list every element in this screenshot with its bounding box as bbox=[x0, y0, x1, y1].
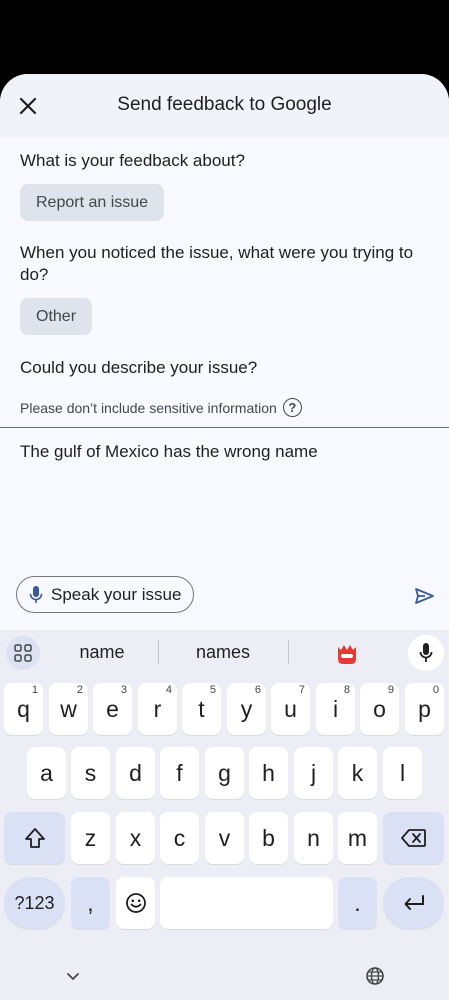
key-r[interactable]: r4 bbox=[138, 683, 177, 735]
suggestion-1[interactable]: name bbox=[62, 642, 142, 663]
language-button[interactable] bbox=[365, 966, 385, 991]
emoji-key[interactable] bbox=[116, 877, 155, 929]
keyboard: name names q1 w2 e3 r4 t5 y6 u7 i8 o9 p0… bbox=[0, 630, 449, 1000]
key-c[interactable]: c bbox=[160, 812, 199, 864]
suggestion-bar: name names bbox=[0, 630, 449, 676]
speak-label: Speak your issue bbox=[51, 584, 182, 604]
enter-key[interactable] bbox=[383, 877, 444, 929]
question-trying-to-do: When you noticed the issue, what were yo… bbox=[20, 243, 414, 284]
key-t[interactable]: t5 bbox=[182, 683, 221, 735]
shift-key[interactable] bbox=[4, 812, 65, 864]
key-v[interactable]: v bbox=[205, 812, 244, 864]
key-i[interactable]: i8 bbox=[316, 683, 355, 735]
period-key[interactable]: . bbox=[338, 877, 377, 929]
page-title: Send feedback to Google bbox=[117, 94, 332, 115]
emoji-suggestion[interactable] bbox=[336, 643, 358, 670]
comma-key[interactable]: , bbox=[71, 877, 110, 929]
divider bbox=[0, 427, 449, 428]
divider bbox=[158, 640, 159, 664]
enter-icon bbox=[404, 895, 424, 910]
key-h[interactable]: h bbox=[249, 747, 288, 799]
shift-icon bbox=[24, 828, 45, 848]
nav-bar bbox=[0, 960, 449, 1000]
mic-icon bbox=[29, 585, 43, 603]
key-g[interactable]: g bbox=[205, 747, 244, 799]
question-describe-issue: Could you describe your issue? bbox=[20, 358, 258, 377]
backspace-icon bbox=[400, 829, 426, 847]
key-j[interactable]: j bbox=[294, 747, 333, 799]
key-s[interactable]: s bbox=[71, 747, 110, 799]
suggestion-2[interactable]: names bbox=[178, 642, 268, 663]
divider bbox=[288, 640, 289, 664]
key-z[interactable]: z bbox=[71, 812, 110, 864]
backspace-key[interactable] bbox=[383, 812, 444, 864]
chevron-down-icon bbox=[67, 973, 79, 981]
key-u[interactable]: u7 bbox=[271, 683, 310, 735]
key-p[interactable]: p0 bbox=[405, 683, 444, 735]
key-w[interactable]: w2 bbox=[49, 683, 88, 735]
key-l[interactable]: l bbox=[383, 747, 422, 799]
keyboard-apps-button[interactable] bbox=[6, 636, 40, 670]
key-x[interactable]: x bbox=[116, 812, 155, 864]
send-button[interactable] bbox=[410, 582, 438, 610]
speak-issue-button[interactable]: Speak your issue bbox=[16, 576, 194, 613]
key-a[interactable]: a bbox=[27, 747, 66, 799]
key-y[interactable]: y6 bbox=[227, 683, 266, 735]
globe-icon bbox=[366, 967, 384, 985]
hint-text: Please don’t include sensitive informati… bbox=[20, 399, 277, 416]
key-b[interactable]: b bbox=[249, 812, 288, 864]
question-feedback-about: What is your feedback about? bbox=[20, 151, 245, 170]
hide-keyboard-button[interactable] bbox=[64, 968, 82, 991]
key-o[interactable]: o9 bbox=[360, 683, 399, 735]
header: Send feedback to Google bbox=[0, 74, 449, 138]
mic-icon bbox=[419, 643, 433, 662]
sensitive-info-hint: Please don’t include sensitive informati… bbox=[20, 398, 302, 417]
key-q[interactable]: q1 bbox=[4, 683, 43, 735]
grid-icon bbox=[14, 644, 32, 662]
activity-chip[interactable]: Other bbox=[20, 298, 93, 335]
voice-input-button[interactable] bbox=[408, 635, 444, 671]
key-m[interactable]: m bbox=[338, 812, 377, 864]
smiley-icon bbox=[125, 893, 146, 913]
key-k[interactable]: k bbox=[338, 747, 377, 799]
key-f[interactable]: f bbox=[160, 747, 199, 799]
key-d[interactable]: d bbox=[116, 747, 155, 799]
feedback-type-chip[interactable]: Report an issue bbox=[20, 184, 165, 221]
space-key[interactable] bbox=[160, 877, 333, 929]
help-icon[interactable]: ? bbox=[282, 398, 302, 417]
emoji-icon bbox=[338, 645, 356, 664]
issue-description-field[interactable]: The gulf of Mexico has the wrong name bbox=[20, 440, 430, 464]
key-e[interactable]: e3 bbox=[93, 683, 132, 735]
symbols-key[interactable]: ?123 bbox=[4, 877, 65, 929]
key-n[interactable]: n bbox=[294, 812, 333, 864]
send-icon bbox=[415, 588, 434, 604]
